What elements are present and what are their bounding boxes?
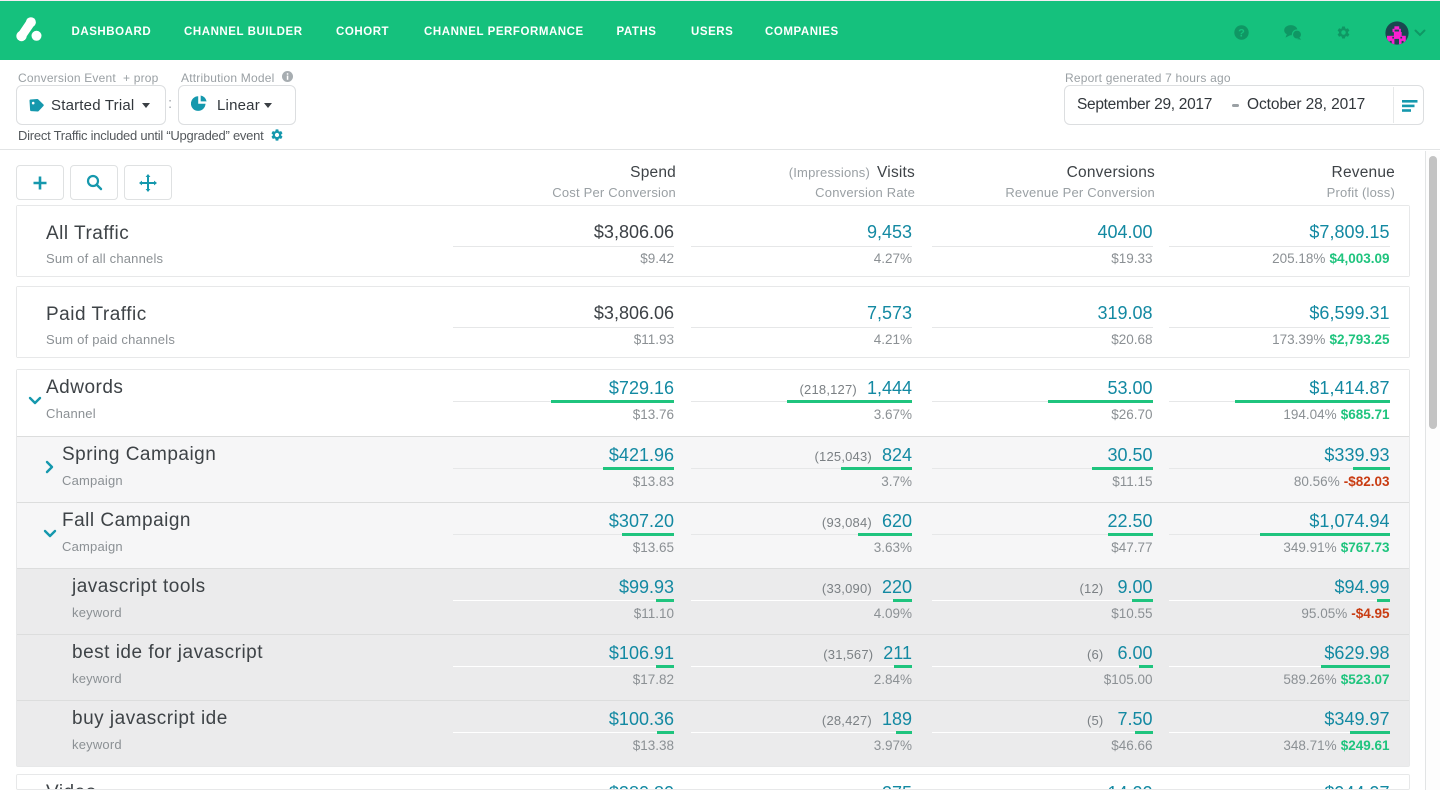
svg-text:?: ? — [1238, 28, 1245, 40]
